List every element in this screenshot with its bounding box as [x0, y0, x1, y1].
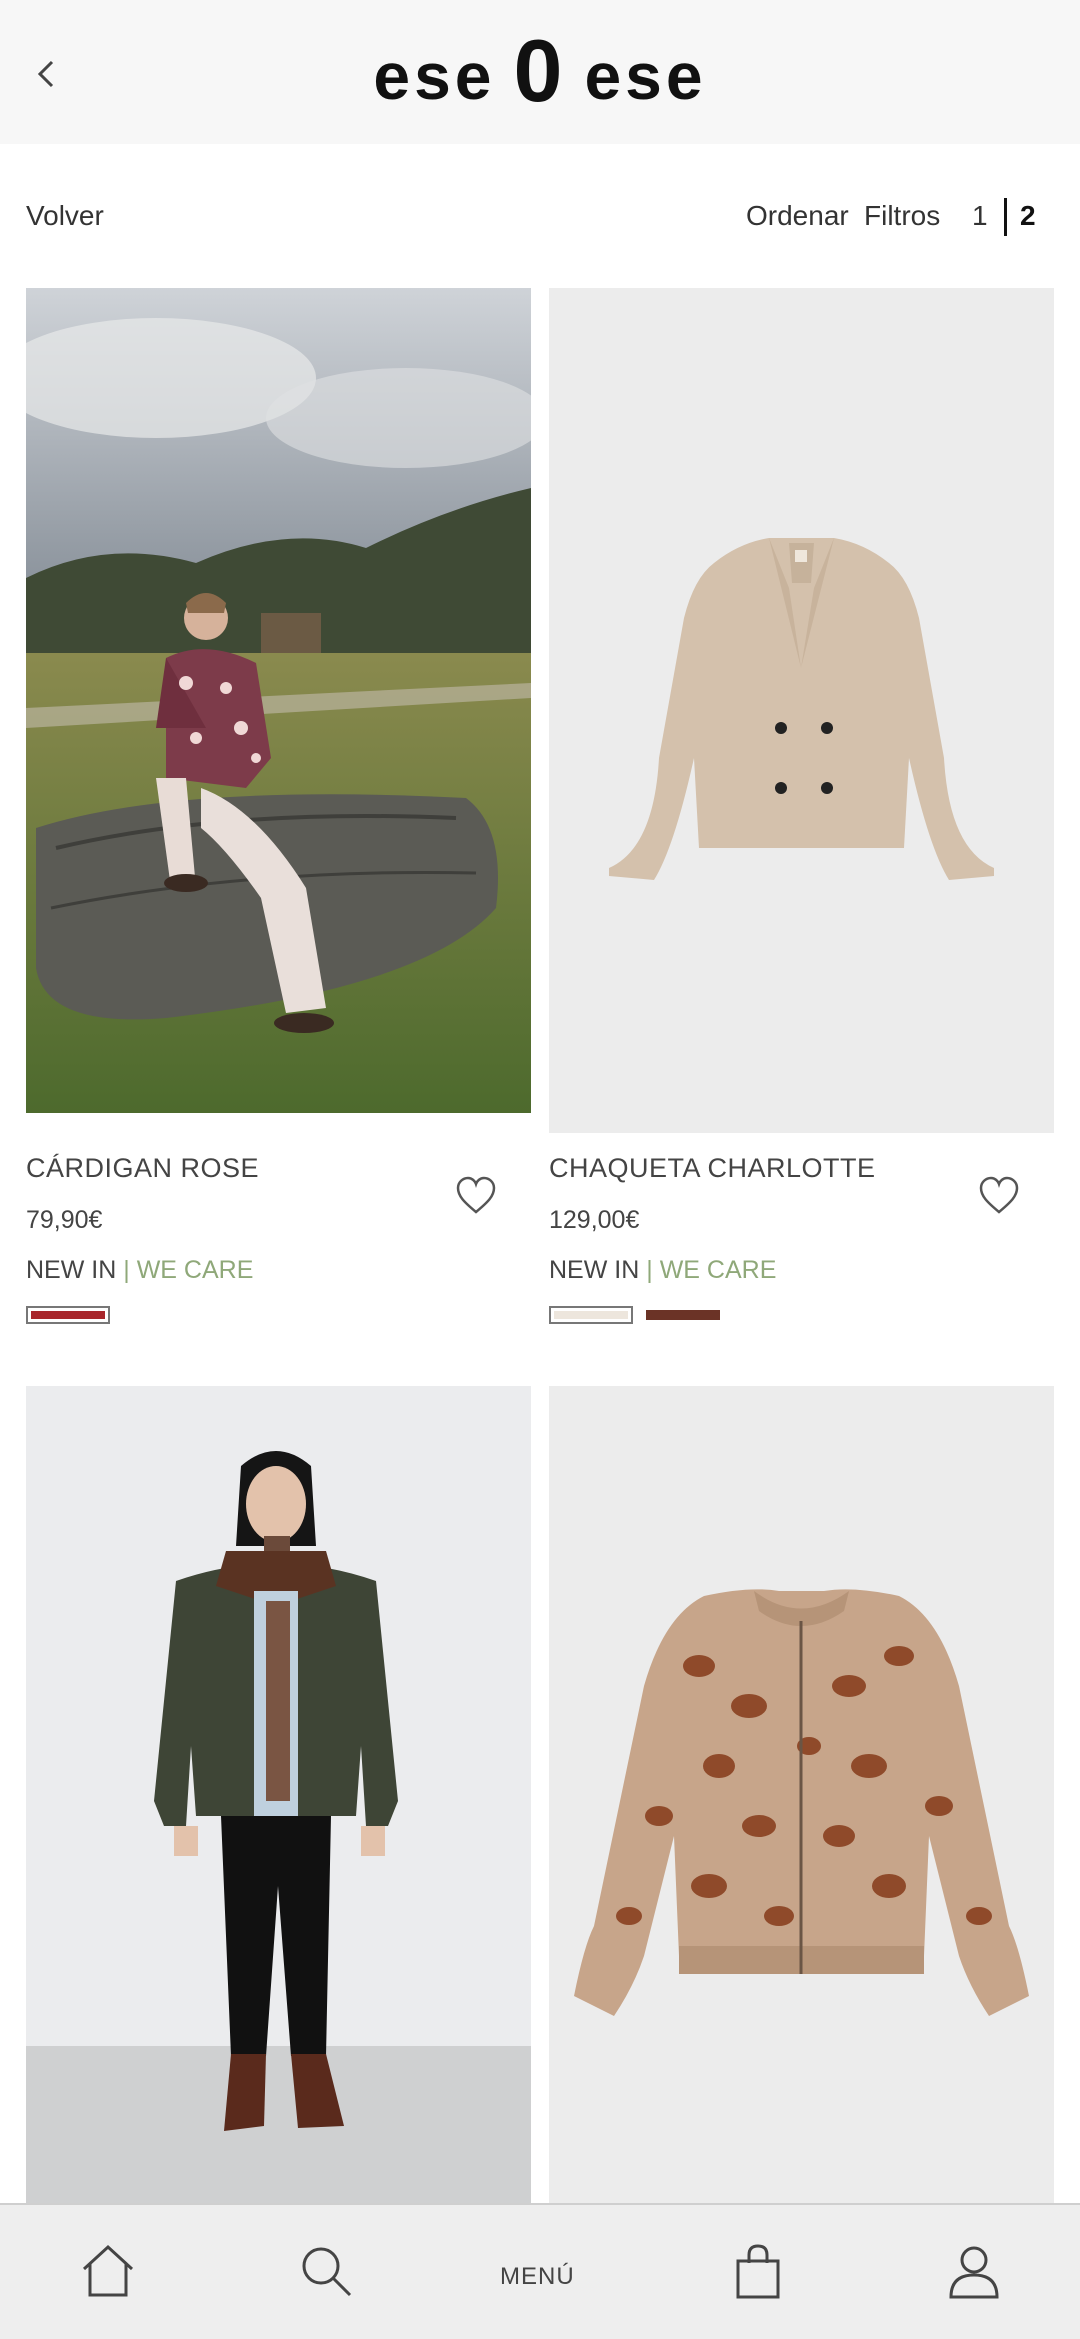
product-image-cardigan-rose[interactable] [26, 288, 531, 1113]
shopping-bag-icon[interactable] [728, 2241, 788, 2301]
pagination-divider [1004, 198, 1007, 236]
photo-model-outdoor [26, 288, 531, 1113]
color-swatch-red[interactable] [26, 1306, 110, 1324]
tag-new-in: NEW IN [549, 1256, 640, 1284]
tag-we-care: WE CARE [659, 1256, 777, 1284]
listing-toolbar: Volver Ordenar Filtros 1 2 [0, 190, 1080, 250]
logo-text-mid: 0 [513, 21, 567, 120]
product-name[interactable]: CÁRDIGAN ROSE [26, 1153, 259, 1184]
color-swatch-brown[interactable] [646, 1310, 720, 1320]
product-image-green-jacket[interactable] [26, 1386, 531, 2203]
menu-button[interactable]: MENÚ [500, 2263, 575, 2291]
color-swatch-cream[interactable] [549, 1306, 633, 1324]
tag-new-in: NEW IN [26, 1256, 117, 1284]
home-icon[interactable] [78, 2241, 138, 2301]
heart-icon[interactable] [977, 1174, 1021, 1218]
tag-separator: | [646, 1256, 653, 1284]
bottom-navigation: MENÚ [0, 2203, 1080, 2339]
brand-logo[interactable]: ese 0 ese [0, 20, 1080, 122]
product-image-chaqueta-charlotte[interactable] [549, 288, 1054, 1133]
tag-we-care: WE CARE [136, 1256, 254, 1284]
product-tags: NEW IN | WE CARE [26, 1256, 253, 1285]
product-tags: NEW IN | WE CARE [549, 1256, 776, 1285]
search-icon[interactable] [296, 2241, 356, 2301]
product-price: 79,90€ [26, 1206, 103, 1234]
logo-text-right: ese [584, 39, 707, 113]
tag-separator: | [123, 1256, 130, 1284]
page-1-link[interactable]: 1 [972, 200, 988, 232]
back-link[interactable]: Volver [26, 200, 104, 232]
top-header: ese 0 ese [0, 0, 1080, 144]
product-image-leopard-bomber[interactable] [549, 1386, 1054, 2203]
product-price: 129,00€ [549, 1206, 640, 1234]
logo-text-left: ese [373, 39, 496, 113]
photo-leopard-bomber [574, 1589, 1029, 2016]
user-icon[interactable] [944, 2241, 1004, 2301]
heart-icon[interactable] [454, 1174, 498, 1218]
photo-beige-jacket [609, 538, 994, 880]
photo-model-green-jacket [26, 1451, 531, 2203]
page-2-link[interactable]: 2 [1020, 200, 1036, 232]
filter-button[interactable]: Filtros [864, 200, 940, 232]
sort-button[interactable]: Ordenar [746, 200, 849, 232]
product-name[interactable]: CHAQUETA CHARLOTTE [549, 1153, 876, 1184]
